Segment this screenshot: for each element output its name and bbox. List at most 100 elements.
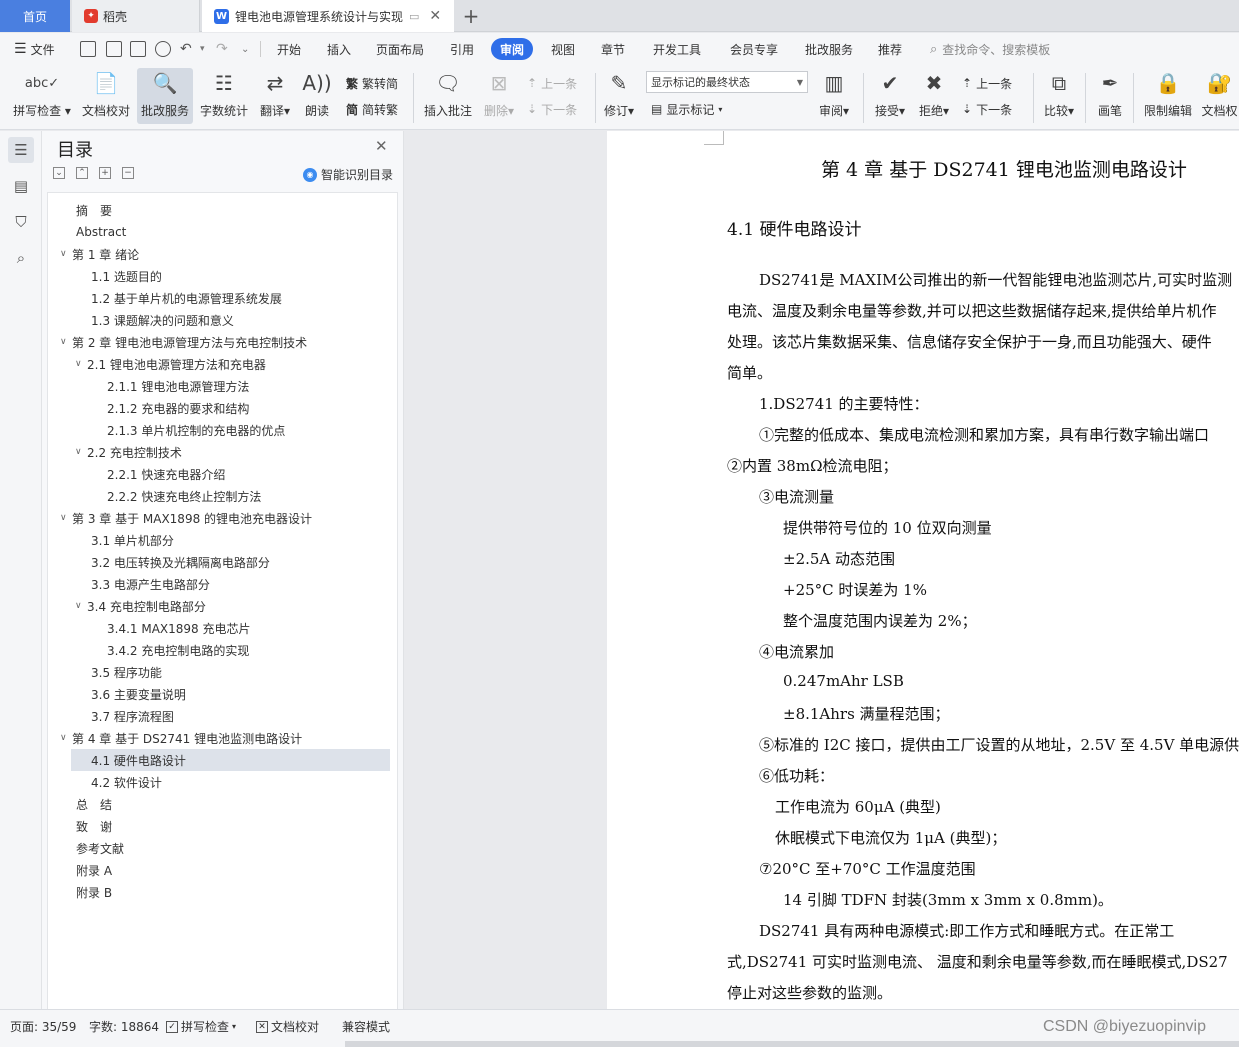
menu-item-review[interactable]: 审阅	[491, 38, 534, 60]
menu-item-developer[interactable]: 开发工具	[653, 38, 701, 60]
toc-item[interactable]: 1.2 基于单片机的电源管理系统发展	[48, 287, 397, 309]
toc-item[interactable]: 2.1.3 单片机控制的充电器的优点	[48, 419, 397, 441]
search-icon[interactable]: ⌕	[8, 245, 34, 271]
toc-item[interactable]: 3.4.2 充电控制电路的实现	[48, 639, 397, 661]
chevron-down-icon[interactable]: ∨	[60, 337, 72, 347]
menu-item-start[interactable]: 开始	[277, 38, 301, 60]
toc-item[interactable]: 致 谢	[48, 815, 397, 837]
reject-button[interactable]: ✖ 拒绝▾	[915, 68, 953, 124]
tab-home[interactable]: 首页	[0, 0, 70, 32]
toc-item[interactable]: ∨ 第 1 章 绪论	[48, 243, 397, 265]
read-aloud-button[interactable]: A)) 朗读	[300, 68, 334, 124]
toc-item[interactable]: ∨ 第 4 章 基于 DS2741 锂电池监测电路设计	[48, 727, 397, 749]
chapter-nav-icon[interactable]: ▤	[8, 173, 34, 199]
to-traditional-button[interactable]: 繁 繁转简	[346, 73, 398, 93]
collapse-up-icon[interactable]: ⌃	[76, 167, 88, 179]
chevron-down-icon[interactable]: ∨	[60, 249, 72, 259]
page-indicator[interactable]: 页面: 35/59	[10, 1018, 76, 1035]
redo-icon[interactable]: ↷	[216, 38, 228, 60]
restrict-edit-button[interactable]: 🔒 限制编辑	[1140, 68, 1196, 124]
collapse-down-icon[interactable]: ⌄	[53, 167, 65, 179]
expand-icon[interactable]: +	[99, 167, 111, 179]
toc-item[interactable]: 摘 要	[48, 199, 397, 221]
word-count-button[interactable]: ☷ 字数统计	[198, 68, 250, 124]
review-pane-button[interactable]: ▥ 审阅▾	[815, 68, 853, 124]
menu-item-insert[interactable]: 插入	[327, 38, 351, 60]
toc-item[interactable]: 3.6 主要变量说明	[48, 683, 397, 705]
pin-icon[interactable]: ▭	[409, 10, 419, 23]
document-page[interactable]: 第 4 章 基于 DS2741 锂电池监测电路设计 4.1 硬件电路设计 DS274…	[607, 131, 1239, 1009]
menu-item-chapter[interactable]: 章节	[601, 38, 625, 60]
toc-item[interactable]: 3.4.1 MAX1898 充电芯片	[48, 617, 397, 639]
close-tab-icon[interactable]: ✕	[429, 8, 441, 24]
word-count-indicator[interactable]: 字数: 18864	[89, 1018, 159, 1035]
toc-item[interactable]: 参考文献	[48, 837, 397, 859]
close-icon[interactable]: ✕	[375, 137, 388, 155]
prev-comment-button[interactable]: ⇡ 上一条	[527, 73, 577, 93]
insert-comment-button[interactable]: 🗨 插入批注	[421, 68, 475, 124]
toc-item[interactable]: ∨ 3.4 充电控制电路部分	[48, 595, 397, 617]
toc-item[interactable]: 2.1.1 锂电池电源管理方法	[48, 375, 397, 397]
toc-item[interactable]: 总 结	[48, 793, 397, 815]
doc-proof-status[interactable]: ✕ 文档校对	[256, 1018, 319, 1035]
toc-item[interactable]: Abstract	[48, 221, 397, 243]
toc-item[interactable]: 3.7 程序流程图	[48, 705, 397, 727]
horizontal-scrollbar[interactable]	[345, 1041, 1239, 1047]
toc-item[interactable]: 1.1 选题目的	[48, 265, 397, 287]
tab-daoke[interactable]: ✦ 稻壳	[72, 0, 200, 32]
prev-change-button[interactable]: ⇡ 上一条	[962, 73, 1012, 93]
print-icon[interactable]	[130, 41, 146, 57]
show-markup-button[interactable]: ▤ 显示标记 ▾	[651, 99, 722, 119]
next-comment-button[interactable]: ⇣ 下一条	[527, 99, 577, 119]
chevron-down-icon[interactable]: ∨	[60, 513, 72, 523]
to-simplified-button[interactable]: 简 简转繁	[346, 99, 398, 119]
chevron-down-icon[interactable]: ∨	[60, 733, 72, 743]
spell-check-button[interactable]: abc✓ 拼写检查 ▾	[10, 68, 74, 124]
toc-item[interactable]: ∨ 第 3 章 基于 MAX1898 的锂电池充电器设计	[48, 507, 397, 529]
tab-document[interactable]: W 锂电池电源管理系统设计与实现 ▭ ✕	[202, 0, 454, 32]
toc-item[interactable]: 3.3 电源产生电路部分	[48, 573, 397, 595]
toc-item[interactable]: ∨ 2.1 锂电池电源管理方法和充电器	[48, 353, 397, 375]
collapse-icon[interactable]: −	[122, 167, 134, 179]
bookmark-icon[interactable]: ⛉	[8, 209, 34, 235]
menu-item-review-service[interactable]: 批改服务	[805, 38, 853, 60]
export-pdf-icon[interactable]	[106, 41, 122, 57]
toc-pane-icon[interactable]: ☰	[8, 137, 34, 163]
toc-item[interactable]: ∨ 2.2 充电控制技术	[48, 441, 397, 463]
toc-item[interactable]: ∨ 第 2 章 锂电池电源管理方法与充电控制技术	[48, 331, 397, 353]
toc-item[interactable]: 4.2 软件设计	[48, 771, 397, 793]
compare-button[interactable]: ⧉ 比较▾	[1040, 68, 1078, 124]
toc-item-selected[interactable]: 4.1 硬件电路设计	[71, 749, 390, 771]
toc-item[interactable]: 2.2.1 快速充电器介绍	[48, 463, 397, 485]
delete-comment-button[interactable]: ⊠ 删除▾	[480, 68, 518, 124]
toc-item[interactable]: 附录 A	[48, 859, 397, 881]
chevron-down-icon[interactable]: ∨	[75, 601, 87, 611]
doc-proof-button[interactable]: 📄 文档校对	[80, 68, 132, 124]
quick-access-more-icon[interactable]: ⌄	[241, 38, 249, 60]
chevron-down-icon[interactable]: ∨	[75, 447, 87, 457]
undo-icon[interactable]: ↶	[180, 38, 192, 60]
toc-item[interactable]: 附录 B	[48, 881, 397, 903]
toc-item[interactable]: 3.1 单片机部分	[48, 529, 397, 551]
new-tab-button[interactable]: +	[458, 0, 484, 32]
chevron-down-icon[interactable]: ∨	[75, 359, 87, 369]
menu-item-recommend[interactable]: 推荐	[878, 38, 902, 60]
next-change-button[interactable]: ⇣ 下一条	[962, 99, 1012, 119]
spell-check-status[interactable]: ✓ 拼写检查 ▾	[166, 1018, 236, 1035]
command-search[interactable]: ⌕ 查找命令、搜索模板	[930, 39, 1050, 59]
smart-toc-button[interactable]: ◉ 智能识别目录	[303, 166, 393, 183]
menu-item-view[interactable]: 视图	[551, 38, 575, 60]
undo-dropdown-icon[interactable]: ▾	[200, 38, 205, 60]
print-preview-icon[interactable]	[155, 41, 171, 57]
toc-item[interactable]: 3.5 程序功能	[48, 661, 397, 683]
accept-button[interactable]: ✔ 接受▾	[871, 68, 909, 124]
toc-item[interactable]: 1.3 课题解决的问题和意义	[48, 309, 397, 331]
markup-state-select[interactable]: 显示标记的最终状态 ▼	[646, 71, 808, 93]
translate-button[interactable]: ⇄ 翻译▾	[256, 68, 294, 124]
review-service-button[interactable]: 🔍 批改服务	[137, 68, 193, 124]
toc-item[interactable]: 2.2.2 快速充电终止控制方法	[48, 485, 397, 507]
pen-button[interactable]: ✒ 画笔	[1093, 68, 1127, 124]
toc-item[interactable]: 3.2 电压转换及光耦隔离电路部分	[48, 551, 397, 573]
doc-permission-button[interactable]: 🔐 文档权	[1200, 68, 1239, 124]
menu-item-member[interactable]: 会员专享	[730, 38, 778, 60]
